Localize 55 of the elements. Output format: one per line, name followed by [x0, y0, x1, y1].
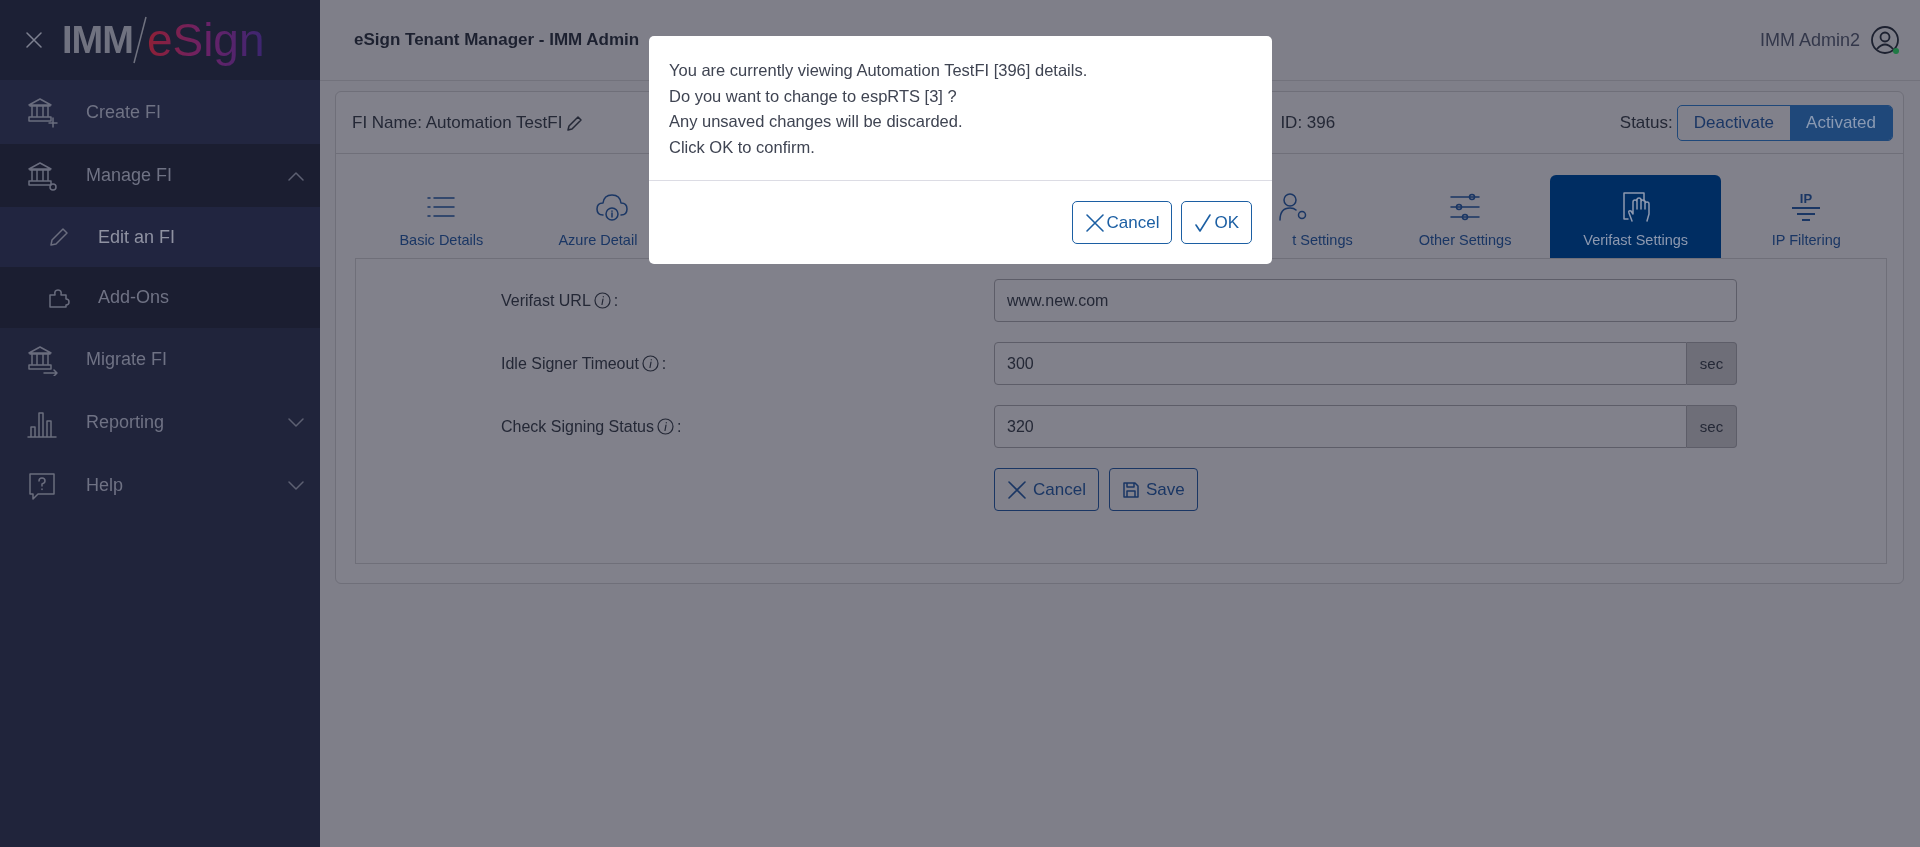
tab[interactable]: Azure Detail — [526, 175, 698, 258]
sidebar-item[interactable]: Create FI — [0, 80, 320, 144]
user-name: IMM Admin2 — [1759, 29, 1860, 51]
tab[interactable]: Verifast Settings — [1550, 175, 1721, 258]
sidebar-item[interactable]: Help — [0, 454, 320, 517]
input-field[interactable]: www.new.com — [994, 279, 1737, 322]
save-button[interactable]: Save — [1108, 468, 1198, 511]
cancel-button[interactable]: Cancel — [1071, 201, 1173, 244]
page-title: eSign Tenant Manager - IMM Admin — [354, 30, 640, 50]
tab[interactable]: Basic Details — [356, 175, 527, 258]
ok-button[interactable]: OK — [1181, 201, 1252, 244]
dialog-message: You are currently viewing Automation TestFI [396] details. — [669, 60, 1089, 81]
sidebar-item[interactable]: Reporting — [0, 391, 320, 454]
tab[interactable]: IP IP Filtering — [1720, 175, 1892, 258]
bank-gear-icon — [26, 159, 58, 192]
status-label: Status: — [1619, 112, 1673, 133]
input-field[interactable]: 320 — [994, 405, 1687, 448]
close-icon — [1007, 479, 1027, 500]
field-label: Check Signing Status — [501, 417, 654, 436]
info-icon — [593, 292, 611, 309]
pencil-icon[interactable] — [566, 113, 585, 132]
dialog-message: Click OK to confirm. — [669, 136, 816, 158]
sidebar-subitem[interactable]: Add-Ons — [0, 267, 320, 328]
fi-id: ID: 396 — [1280, 112, 1336, 133]
close-icon[interactable] — [26, 32, 42, 48]
cancel-button[interactable]: Cancel — [994, 468, 1099, 511]
bank-arrow-icon — [26, 343, 58, 376]
chevron-down-icon — [288, 417, 304, 428]
tab[interactable]: Other Settings — [1379, 175, 1551, 258]
colon: : — [661, 354, 667, 373]
unit-addon: sec — [1687, 342, 1737, 385]
puzzle-icon — [48, 286, 70, 309]
field-label: Idle Signer Timeout — [501, 354, 639, 373]
user-avatar-icon[interactable] — [1870, 25, 1900, 55]
sidebar-item[interactable]: Migrate FI — [0, 328, 320, 391]
pencil-icon — [48, 226, 70, 248]
colon: : — [677, 417, 682, 436]
close-icon — [1084, 212, 1105, 233]
bank-plus-icon — [26, 96, 58, 128]
check-icon — [1194, 212, 1213, 233]
status-option[interactable]: Deactivate — [1677, 105, 1791, 140]
sidebar-item[interactable]: Manage FI — [0, 144, 320, 207]
dialog-message: Do you want to change to espRTS [3] ? — [669, 85, 958, 107]
sidebar-subitem[interactable]: Edit an FI — [0, 207, 320, 267]
fi-name: FI Name: Automation TestFI — [352, 112, 563, 133]
chevron-up-icon — [288, 170, 304, 181]
dialog-message: Any unsaved changes will be discarded. — [669, 111, 964, 132]
unit-addon: sec — [1687, 405, 1737, 448]
info-icon — [641, 355, 659, 372]
chevron-down-icon — [288, 480, 304, 491]
colon: : — [613, 291, 619, 310]
info-icon — [657, 418, 674, 435]
input-field[interactable]: 300 — [994, 342, 1687, 385]
field-label: Verifast URL — [501, 291, 591, 310]
status-option[interactable]: Activated — [1790, 105, 1892, 140]
